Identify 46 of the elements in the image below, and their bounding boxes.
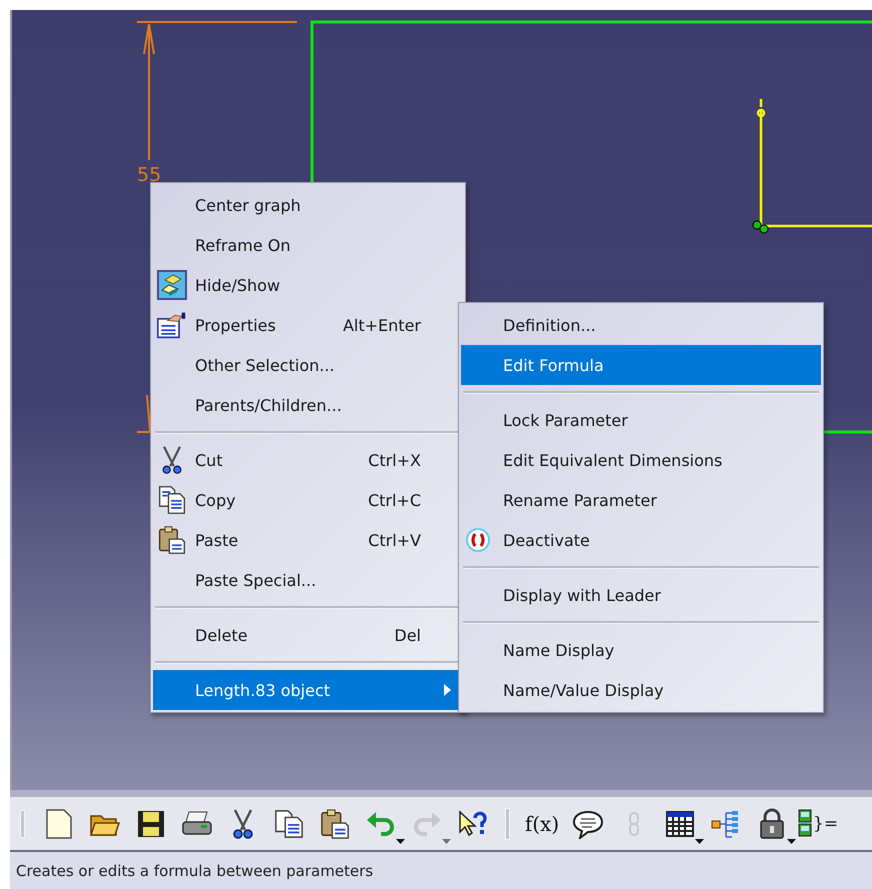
printer-icon <box>181 810 213 838</box>
help-pointer-icon <box>457 808 489 838</box>
deactivate-icon <box>465 527 491 553</box>
dropdown-caret-icon <box>787 838 796 844</box>
menu-item[interactable]: Deactivate <box>461 520 821 560</box>
menu-item[interactable]: Name Display <box>461 630 821 670</box>
toolbar-button[interactable]: f(x) <box>522 804 562 844</box>
menu-item[interactable]: Cut Ctrl+X <box>153 440 463 480</box>
undo-icon <box>365 810 397 838</box>
hide-show-icon <box>157 270 187 300</box>
properties-icon <box>157 310 187 340</box>
toolbar-button[interactable]: }= <box>798 804 838 844</box>
menu-item[interactable]: Name/Value Display <box>461 670 821 710</box>
parameter-stack-icon <box>798 808 812 840</box>
comment-bubble-icon <box>572 808 604 838</box>
copy-icon <box>274 808 304 838</box>
dropdown-caret-icon <box>695 838 704 844</box>
paste-icon <box>320 808 350 838</box>
dropdown-caret-icon <box>442 838 451 844</box>
menu-item[interactable]: Reframe On <box>153 225 463 265</box>
sketch-line <box>824 430 872 434</box>
menu-item[interactable]: Rename Parameter <box>461 480 821 520</box>
toolbar-grip[interactable] <box>20 810 25 838</box>
menu-item[interactable]: Display with Leader <box>461 575 821 615</box>
menu-item[interactable]: Copy Ctrl+C <box>153 480 463 520</box>
copy-icon <box>157 485 187 515</box>
status-text: Creates or edits a formula between parameters <box>10 852 872 889</box>
menu-item[interactable]: Edit Equivalent Dimensions <box>461 440 821 480</box>
table-icon <box>665 810 695 838</box>
dimension-value: 55 <box>137 164 162 186</box>
sketch-viewport[interactable] <box>10 10 872 790</box>
padlock-icon <box>758 808 786 840</box>
submenu-arrow-icon <box>444 684 451 696</box>
chain-link-icon <box>627 810 641 838</box>
menu-item[interactable]: Definition... <box>461 305 821 345</box>
new-document-icon <box>44 808 74 840</box>
menu-item[interactable]: Properties Alt+Enter <box>153 305 463 345</box>
menu-item[interactable]: Edit Formula <box>461 345 821 385</box>
paste-icon <box>157 525 187 555</box>
redo-icon <box>411 810 443 838</box>
constraint-symbol <box>752 220 768 234</box>
menu-item[interactable]: Hide/Show <box>153 265 463 305</box>
menu-item[interactable]: Center graph <box>153 185 463 225</box>
dropdown-caret-icon <box>396 838 405 844</box>
menu-item[interactable]: Lock Parameter <box>461 400 821 440</box>
menu-item[interactable]: Paste Ctrl+V <box>153 520 463 560</box>
